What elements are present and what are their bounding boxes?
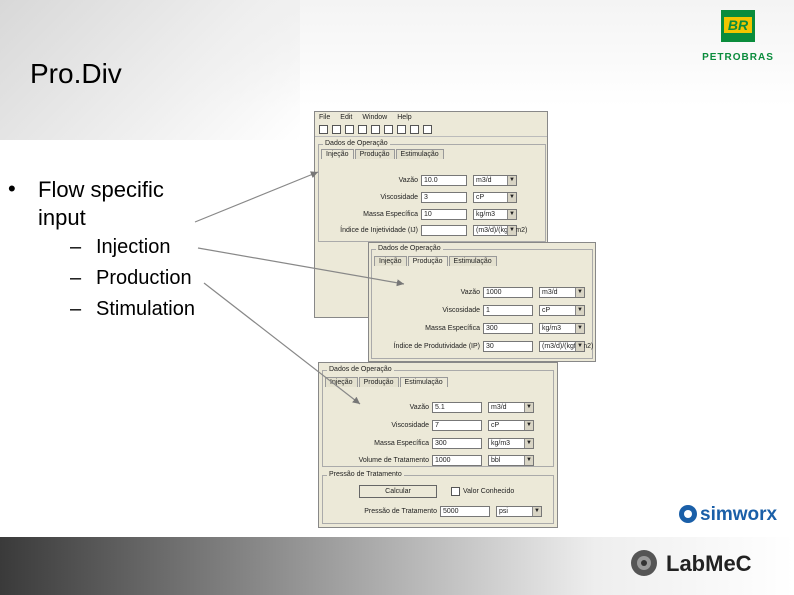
arrow-to-production (197, 247, 405, 287)
simworx-wordmark: simworx (700, 504, 778, 525)
arrow-to-injection (194, 171, 319, 223)
labmec-logo: LabMeC (631, 550, 752, 576)
labmec-wordmark: LabMeC (666, 551, 752, 576)
pointer-arrows (194, 171, 405, 405)
arrow-to-stimulation (203, 282, 361, 405)
simworx-logo: simworx (679, 504, 778, 525)
